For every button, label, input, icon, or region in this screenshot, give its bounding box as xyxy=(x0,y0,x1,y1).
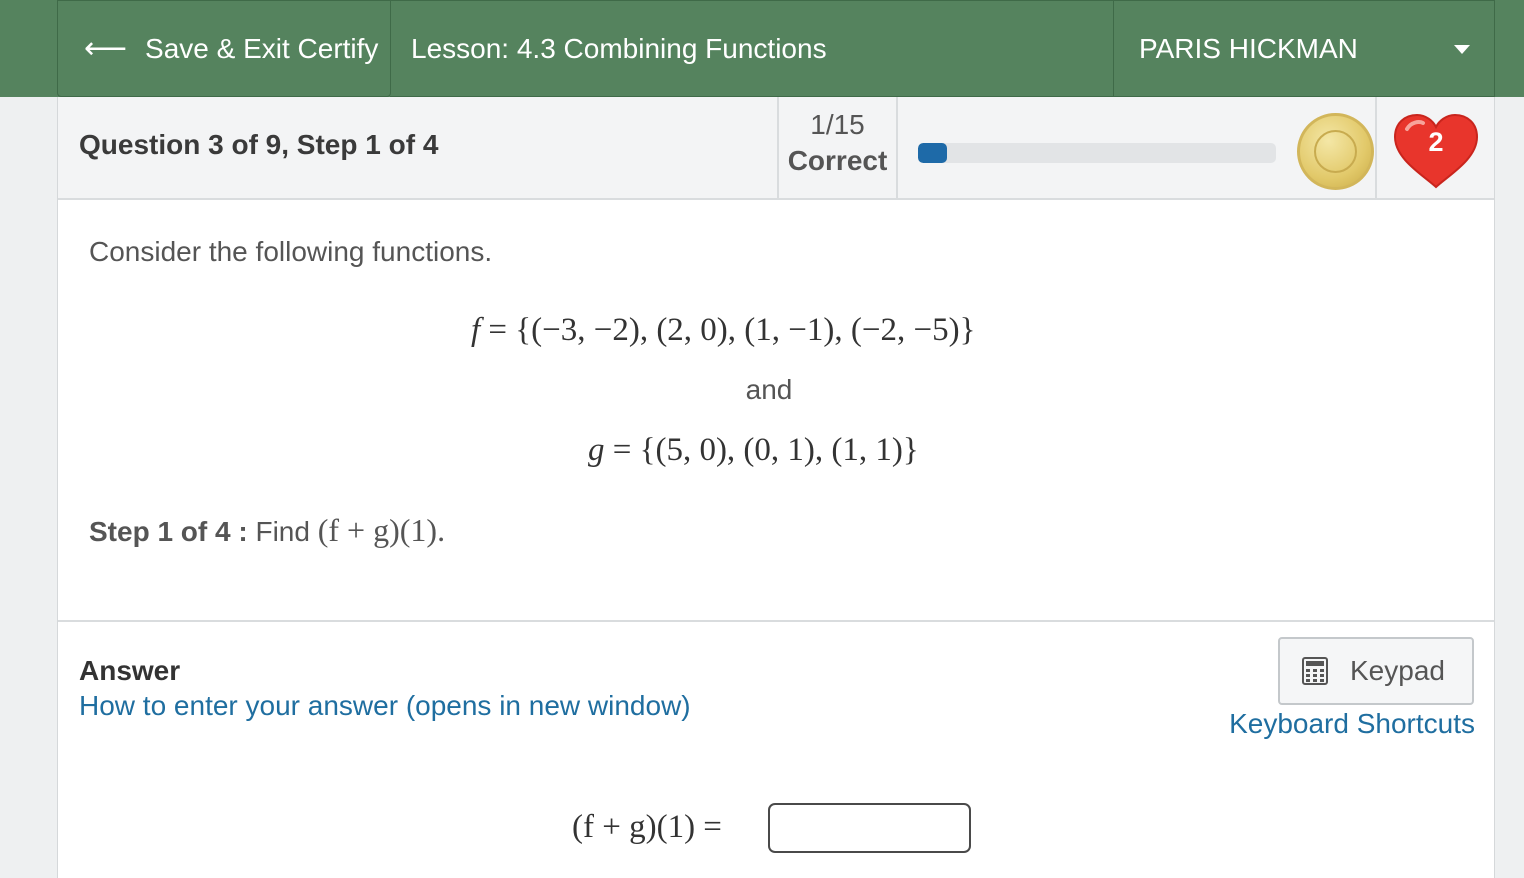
lives-count: 2 xyxy=(1428,127,1444,157)
question-title: Question 3 of 9, Step 1 of 4 xyxy=(79,129,439,160)
answer-heading: Answer xyxy=(79,655,181,686)
lesson-title-text: Lesson: 4.3 Combining Functions xyxy=(411,32,827,64)
lives-indicator: 2 xyxy=(1375,97,1494,198)
step-expression: (f + g)(1). xyxy=(317,512,446,548)
function-g-equation: g = {(5, 0), (0, 1), (1, 1)} xyxy=(588,432,919,469)
save-exit-label: Save & Exit Certify xyxy=(145,32,379,64)
f-name: f xyxy=(471,312,481,348)
keyboard-shortcuts-link[interactable]: Keyboard Shortcuts xyxy=(1217,708,1475,740)
coin-icon xyxy=(1297,113,1374,190)
progress-bar xyxy=(918,143,1276,163)
main-panel: Question 3 of 9, Step 1 of 4 1/15 Correc… xyxy=(57,97,1495,878)
step-find: Find xyxy=(255,516,310,547)
back-arrow-icon: ⟵ xyxy=(84,31,128,65)
user-menu[interactable]: PARIS HICKMAN xyxy=(1113,0,1495,97)
top-bar: ⟵ Save & Exit Certify Lesson: 4.3 Combin… xyxy=(0,0,1524,97)
answer-input-label: (f + g)(1) = xyxy=(572,809,722,845)
progress-fill xyxy=(918,143,947,163)
g-name: g xyxy=(588,432,605,468)
and-text: and xyxy=(745,374,793,405)
step-prompt: Step 1 of 4 : Find (f + g)(1). xyxy=(89,512,445,549)
score-box: 1/15 Correct xyxy=(777,97,898,198)
keypad-label: Keypad xyxy=(1350,655,1445,686)
coin-emblem xyxy=(1314,130,1357,173)
score-count: 1/15 xyxy=(810,109,865,140)
question-area: Consider the following functions. f = {(… xyxy=(58,200,1494,622)
save-exit-button[interactable]: ⟵ Save & Exit Certify xyxy=(57,0,391,97)
status-bar: Question 3 of 9, Step 1 of 4 1/15 Correc… xyxy=(58,97,1494,200)
how-to-enter-link[interactable]: How to enter your answer (opens in new w… xyxy=(79,690,691,722)
calculator-icon xyxy=(1302,657,1328,685)
question-intro: Consider the following functions. xyxy=(89,236,493,267)
answer-input[interactable] xyxy=(768,803,971,853)
chevron-down-icon xyxy=(1454,45,1470,54)
user-name: PARIS HICKMAN xyxy=(1139,32,1358,64)
score-label: Correct xyxy=(787,145,888,176)
lesson-title: Lesson: 4.3 Combining Functions xyxy=(390,0,1114,97)
step-label: Step 1 of 4 : xyxy=(89,516,248,547)
keypad-button[interactable]: Keypad xyxy=(1278,637,1474,705)
function-f-equation: f = {(−3, −2), (2, 0), (1, −1), (−2, −5)… xyxy=(471,312,975,349)
f-set: = {(−3, −2), (2, 0), (1, −1), (−2, −5)} xyxy=(480,312,976,348)
g-set: = {(5, 0), (0, 1), (1, 1)} xyxy=(604,432,919,468)
